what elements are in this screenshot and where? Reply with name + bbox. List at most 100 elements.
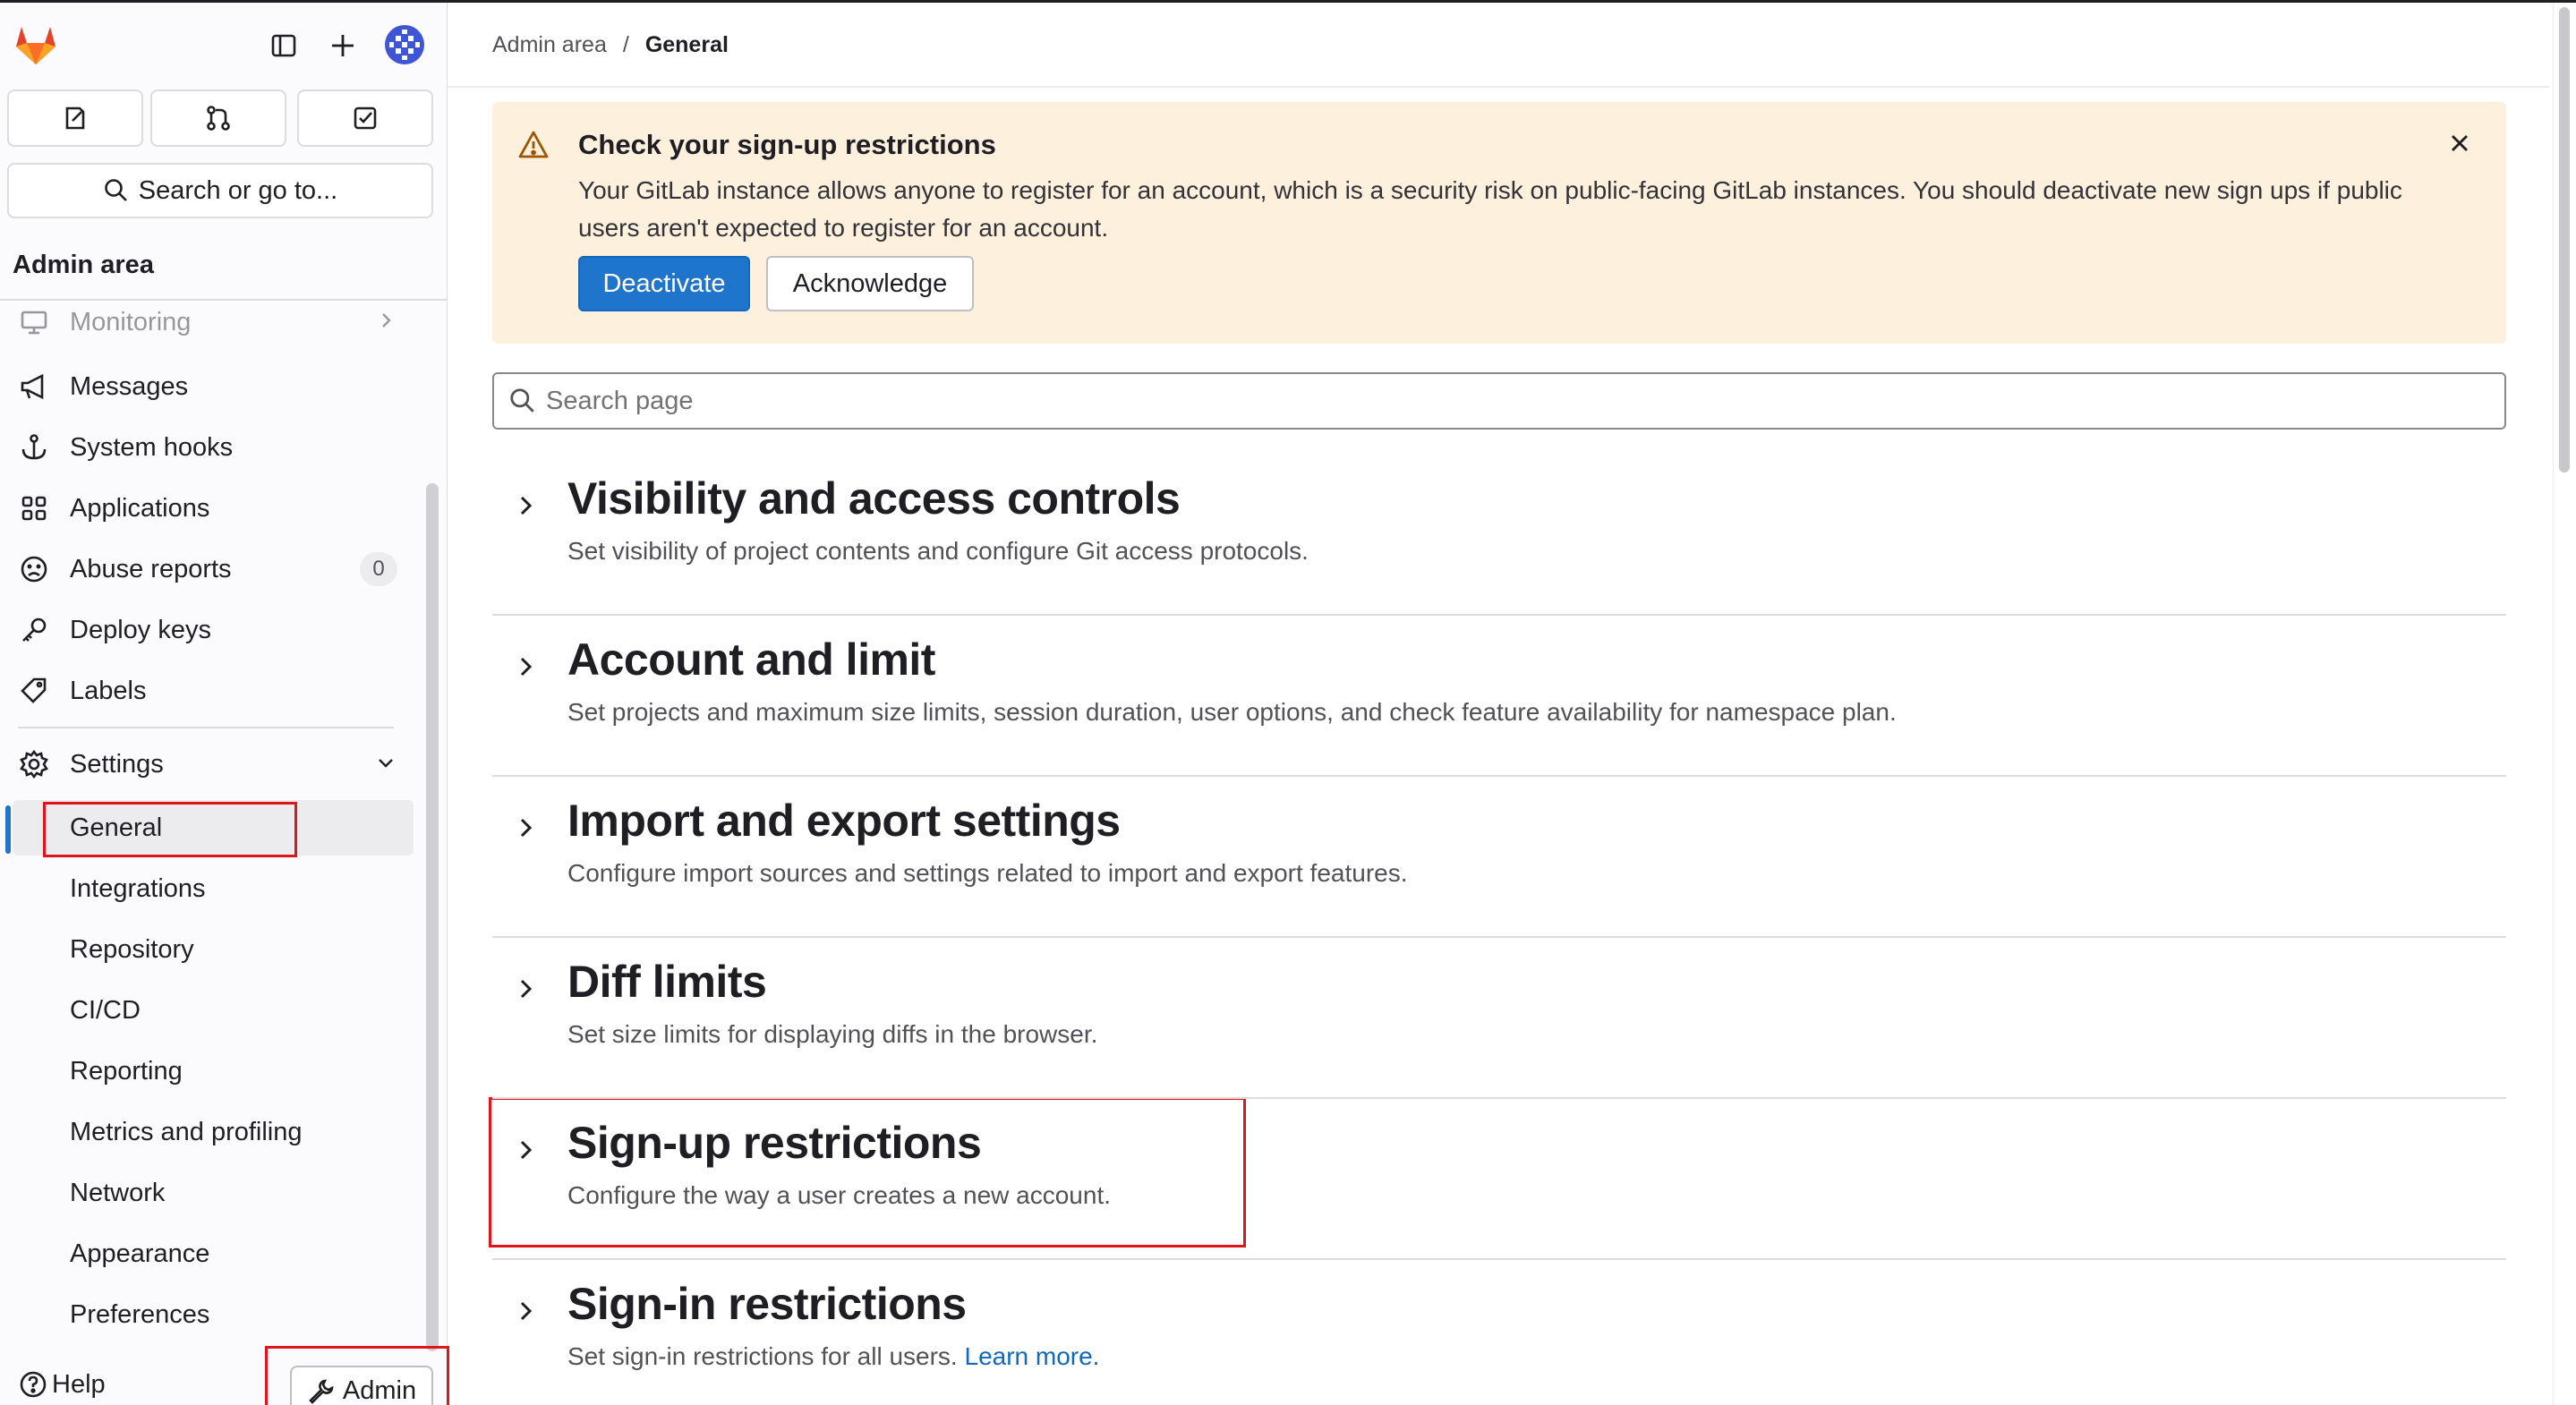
label-icon [18,675,50,707]
sidebar-item-label: Messages [70,371,189,401]
chevron-right-icon[interactable] [512,975,539,1007]
sidebar-item-label: Monitoring [70,307,192,336]
settings-section-signup-restrictions[interactable]: Sign-up restrictions Configure the way a… [492,1099,2506,1260]
monitor-icon [18,306,50,338]
sidebar-item-monitoring[interactable]: Monitoring [0,294,421,351]
abuse-icon [18,553,50,585]
settings-section-visibility[interactable]: Visibility and access controls Set visib… [492,455,2506,616]
sidebar-item-label: Applications [70,493,210,523]
todo-button[interactable] [297,89,433,147]
sidebar-subitem-ci-cd[interactable]: CI/CD [0,983,414,1038]
sidebar-item-label: Abuse reports [70,554,232,583]
sidebar-item-deploy-keys[interactable]: Deploy keys [0,601,421,659]
search-button[interactable]: Search or go to... [7,163,433,218]
section-title[interactable]: Sign-in restrictions [567,1278,967,1330]
plus-icon[interactable] [322,25,363,66]
top-border [0,0,2576,3]
chevron-right-icon[interactable] [512,1298,539,1329]
divider [448,86,2549,88]
alert-body: Your GitLab instance allows anyone to re… [578,176,2402,242]
chevron-right-icon[interactable] [512,814,539,846]
sidebar-subitem-label: Reporting [70,1056,183,1086]
search-input[interactable] [546,386,2426,416]
close-icon[interactable] [2445,129,2474,162]
breadcrumb: Admin area / General [492,32,729,58]
sidebar-subitem-metrics-and-profiling[interactable]: Metrics and profiling [0,1104,414,1160]
sidebar-subitem-repository[interactable]: Repository [0,922,414,977]
wrench-icon [309,1379,334,1404]
gitlab-logo-icon[interactable] [11,20,61,70]
search-icon [510,388,534,413]
issues-icon [65,106,85,130]
section-title[interactable]: Diff limits [567,956,767,1008]
sidebar-item-labels[interactable]: Labels [0,662,421,720]
settings-section-import-export[interactable]: Import and export settings Configure imp… [492,777,2506,938]
avatar[interactable] [380,20,430,70]
learn-more-link[interactable]: Learn more. [965,1342,1100,1370]
page-search-field[interactable] [492,372,2506,430]
sidebar-subitem-label: CI/CD [70,995,141,1025]
sidebar-item-label: Labels [70,676,147,705]
megaphone-icon [18,370,50,403]
alert-title: Check your sign-up restrictions [578,129,996,160]
sidebar-item-applications[interactable]: Applications [0,480,421,537]
sidebar-subitem-label: Metrics and profiling [70,1117,303,1146]
admin-button[interactable]: Admin [290,1366,433,1405]
settings-section-signin-restrictions[interactable]: Sign-in restrictions Set sign-in restric… [492,1260,2506,1405]
scrollbar-thumb[interactable] [2559,7,2570,473]
issues-button[interactable] [7,89,143,147]
sidebar-scrollbar[interactable] [426,483,439,1351]
sidebar-subitem-network[interactable]: Network [0,1165,414,1221]
sidebar-subitem-preferences[interactable]: Preferences [0,1287,414,1342]
anchor-icon [18,431,50,464]
chevron-right-icon[interactable] [512,492,539,524]
section-title[interactable]: Sign-up restrictions [567,1117,982,1169]
search-button-label: Search or go to... [138,175,338,205]
sidebar-toggle-icon[interactable] [263,25,304,66]
chevron-right-icon [376,308,396,337]
todo-icon [354,106,377,130]
sidebar-item-abuse-reports[interactable]: Abuse reports 0 [0,541,421,598]
sidebar-item-system-hooks[interactable]: System hooks [0,419,421,476]
section-description: Set size limits for displaying diffs in … [567,1020,1098,1048]
section-title[interactable]: Visibility and access controls [567,473,1181,524]
settings-icon [18,748,50,780]
section-description: Set visibility of project contents and c… [567,537,1309,565]
chevron-right-icon[interactable] [512,653,539,685]
signup-warning-alert: Check your sign-up restrictions Your Git… [492,102,2506,344]
sidebar-subitem-label: General [70,813,163,842]
breadcrumb-root[interactable]: Admin area [492,32,607,58]
section-title[interactable]: Import and export settings [567,795,1121,847]
sidebar-item-messages[interactable]: Messages [0,358,421,415]
sidebar-subitem-reporting[interactable]: Reporting [0,1043,414,1099]
section-description: Set projects and maximum size limits, se… [567,698,1897,726]
merge-requests-button[interactable] [150,89,286,147]
section-title[interactable]: Account and limit [567,634,935,685]
sidebar-item-label: Settings [70,749,164,779]
active-indicator [5,805,11,854]
key-icon [18,614,50,646]
chevron-right-icon[interactable] [512,1137,539,1168]
admin-label: Admin [342,1375,417,1405]
section-description: Configure the way a user creates a new a… [567,1181,1112,1209]
sidebar-subitem-label: Network [70,1178,166,1207]
help-button[interactable]: Help [18,1369,106,1400]
applications-icon [18,492,50,524]
sidebar-section-title: Admin area [13,251,154,279]
sidebar-subitem-general[interactable]: General [13,800,414,856]
sidebar-subitem-label: Appearance [70,1239,210,1268]
sidebar-item-settings[interactable]: Settings [0,736,421,793]
sidebar-subitem-appearance[interactable]: Appearance [0,1226,414,1282]
section-description: Set sign-in restrictions for all users. [567,1342,958,1370]
section-description: Configure import sources and settings re… [567,859,1408,887]
divider [18,727,394,728]
deactivate-button[interactable]: Deactivate [578,256,750,311]
sidebar-subitem-integrations[interactable]: Integrations [0,861,414,916]
acknowledge-button[interactable]: Acknowledge [766,256,974,311]
page-scrollbar[interactable] [2553,0,2576,1405]
section-description-wrap: Set sign-in restrictions for all users. … [567,1342,1099,1371]
settings-section-diff-limits[interactable]: Diff limits Set size limits for displayi… [492,938,2506,1099]
breadcrumb-current[interactable]: General [645,32,729,58]
sidebar-subitem-label: Preferences [70,1299,210,1329]
settings-section-account-limit[interactable]: Account and limit Set projects and maxim… [492,616,2506,777]
